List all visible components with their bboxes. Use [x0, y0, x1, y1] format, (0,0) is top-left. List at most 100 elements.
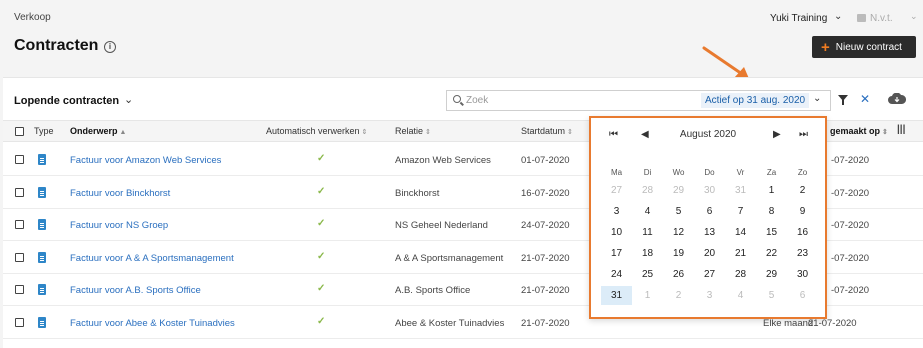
row-created: -07-2020 — [831, 187, 870, 199]
calendar-day[interactable]: 7 — [725, 202, 756, 221]
chevron-down-icon[interactable]: ⌄ — [910, 11, 918, 22]
breadcrumb[interactable]: Verkoop — [14, 12, 51, 23]
search-input[interactable] — [466, 93, 696, 108]
row-subject-link[interactable]: Factuur voor A & A Sportsmanagement — [70, 253, 234, 264]
col-auto[interactable]: Automatisch verwerken ⇕ — [266, 126, 367, 136]
select-all-checkbox[interactable] — [15, 127, 24, 136]
row-subject-link[interactable]: Factuur voor A.B. Sports Office — [70, 285, 201, 296]
calendar-day[interactable]: 23 — [787, 244, 818, 263]
sort-icon: ⇕ — [425, 129, 431, 136]
calendar-day[interactable]: 5 — [756, 286, 787, 305]
calendar-day[interactable]: 29 — [756, 265, 787, 284]
org-selector-label[interactable]: Yuki Training — [770, 13, 827, 24]
calendar-day[interactable]: 8 — [756, 202, 787, 221]
calendar-day[interactable]: 6 — [787, 286, 818, 305]
row-subject-link[interactable]: Factuur voor Amazon Web Services — [70, 155, 221, 166]
calendar-day[interactable]: 10 — [601, 223, 632, 242]
calendar-day[interactable]: 6 — [694, 202, 725, 221]
calendar-day[interactable]: 14 — [725, 223, 756, 242]
calendar-day[interactable]: 16 — [787, 223, 818, 242]
calendar-day[interactable]: 2 — [663, 286, 694, 305]
row-start-date: 24-07-2020 — [521, 220, 570, 231]
calendar-day[interactable]: 25 — [632, 265, 663, 284]
calendar-day[interactable]: 3 — [694, 286, 725, 305]
calendar-day[interactable]: 22 — [756, 244, 787, 263]
search-bar[interactable]: Actief op 31 aug. 2020 ⌄ — [446, 90, 831, 111]
calendar-day[interactable]: 28 — [632, 181, 663, 200]
new-contract-button[interactable]: + Nieuw contract — [812, 36, 916, 58]
calendar-day[interactable]: 3 — [601, 202, 632, 221]
calendar-day[interactable]: 19 — [663, 244, 694, 263]
row-checkbox[interactable] — [15, 220, 24, 229]
next-month-icon[interactable]: ▶ — [773, 129, 781, 140]
calendar-day[interactable]: 15 — [756, 223, 787, 242]
weekday-header: Vr — [736, 168, 745, 177]
calendar-day[interactable]: 24 — [601, 265, 632, 284]
weekday-header: Wo — [672, 168, 685, 177]
sort-icon: ⇕ — [882, 129, 888, 136]
row-created: -07-2020 — [831, 252, 870, 264]
calendar-day[interactable]: 27 — [601, 181, 632, 200]
date-picker: ⏮ ◀ August 2020 ▶ ⏭ Ma Di Wo Do Vr Za Zo 27 28 29… — [589, 116, 827, 319]
calendar-day[interactable]: 1 — [756, 181, 787, 200]
column-settings-icon[interactable]: ||| — [897, 124, 905, 135]
row-subject-link[interactable]: Factuur voor NS Groep — [70, 220, 168, 231]
calendar-day[interactable]: 18 — [632, 244, 663, 263]
calendar-day[interactable]: 11 — [632, 223, 663, 242]
row-created: 21-07-2020 — [808, 317, 857, 329]
col-subject[interactable]: Onderwerp ▲ — [70, 126, 126, 136]
chevron-down-icon[interactable]: ⌄ — [813, 93, 821, 104]
calendar-day[interactable]: 21 — [725, 244, 756, 263]
row-checkbox[interactable] — [15, 317, 24, 327]
col-relation[interactable]: Relatie ⇕ — [395, 126, 431, 136]
clear-filter-icon[interactable]: ✕ — [860, 92, 870, 106]
col-start[interactable]: Startdatum ⇕ — [521, 126, 573, 136]
calendar-day[interactable]: 4 — [632, 202, 663, 221]
weekday-header: Do — [704, 168, 715, 177]
document-icon — [38, 186, 46, 198]
calendar-day[interactable]: 28 — [725, 265, 756, 284]
calendar-day[interactable]: 31 — [601, 286, 632, 305]
sort-icon: ⇕ — [567, 129, 573, 136]
last-month-icon[interactable]: ⏭ — [799, 129, 808, 140]
calendar-day[interactable]: 30 — [694, 181, 725, 200]
row-relation: NS Geheel Nederland — [395, 220, 488, 231]
calendar-day[interactable]: 9 — [787, 202, 818, 221]
calendar-day[interactable]: 1 — [632, 286, 663, 305]
view-selector-label[interactable]: Lopende contracten — [14, 95, 119, 107]
calendar-day[interactable]: 4 — [725, 286, 756, 305]
page-title: Contracten — [14, 37, 99, 54]
col-created[interactable]: gemaakt op ⇕ — [830, 126, 888, 136]
cloud-download-icon[interactable] — [888, 93, 906, 104]
row-checkbox[interactable] — [15, 155, 24, 164]
row-checkbox[interactable] — [15, 187, 24, 197]
row-checkbox[interactable] — [15, 285, 24, 294]
calendar-day[interactable]: 5 — [663, 202, 694, 221]
col-subject-label: Onderwerp — [70, 126, 118, 136]
calendar-day[interactable]: 12 — [663, 223, 694, 242]
calendar-day[interactable]: 31 — [725, 181, 756, 200]
filter-icon[interactable] — [838, 95, 848, 105]
calendar-day[interactable]: 30 — [787, 265, 818, 284]
chevron-down-icon[interactable]: ⌄ — [834, 11, 842, 22]
calendar-day[interactable]: 17 — [601, 244, 632, 263]
calendar-day[interactable]: 20 — [694, 244, 725, 263]
period-selector-label[interactable]: N.v.t. — [870, 13, 893, 24]
document-icon — [38, 154, 46, 165]
calendar-day[interactable]: 2 — [787, 181, 818, 200]
month-label[interactable]: August 2020 — [591, 129, 825, 140]
calendar-day[interactable]: 29 — [663, 181, 694, 200]
chevron-down-icon[interactable]: ⌄ — [124, 93, 133, 106]
calendar-day[interactable]: 27 — [694, 265, 725, 284]
row-relation: Amazon Web Services — [395, 155, 491, 166]
info-icon[interactable]: i — [104, 41, 116, 53]
row-subject-link[interactable]: Factuur voor Abee & Koster Tuinadvies — [70, 318, 235, 329]
calendar-day[interactable]: 13 — [694, 223, 725, 242]
calendar-icon — [857, 14, 866, 22]
col-start-label: Startdatum — [521, 126, 566, 136]
calendar-day[interactable]: 26 — [663, 265, 694, 284]
check-icon: ✓ — [317, 250, 326, 262]
row-subject-link[interactable]: Factuur voor Binckhorst — [70, 188, 170, 199]
row-checkbox[interactable] — [15, 252, 24, 262]
active-date-filter-chip[interactable]: Actief op 31 aug. 2020 — [701, 93, 810, 108]
